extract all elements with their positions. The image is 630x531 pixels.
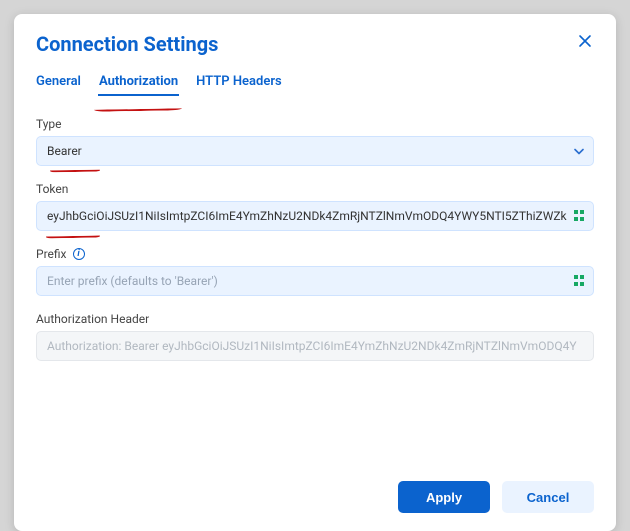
prefix-label: Prefix i	[36, 247, 594, 261]
dialog-footer: Apply Cancel	[36, 471, 594, 521]
tab-authorization[interactable]: Authorization	[99, 74, 178, 95]
env-variables-icon[interactable]	[574, 274, 586, 288]
type-label: Type	[36, 117, 594, 131]
info-icon[interactable]: i	[73, 248, 85, 260]
field-auth-header: Authorization Header	[36, 312, 594, 361]
connection-settings-dialog: Connection Settings General Authorizatio…	[14, 14, 616, 531]
prefix-input[interactable]	[36, 266, 594, 296]
close-icon[interactable]	[576, 32, 594, 53]
token-label: Token	[36, 182, 594, 196]
field-token: Token	[36, 182, 594, 231]
tab-http-headers[interactable]: HTTP Headers	[196, 74, 282, 95]
token-input[interactable]	[36, 201, 594, 231]
prefix-label-text: Prefix	[36, 247, 67, 261]
type-select[interactable]: Bearer	[36, 136, 594, 166]
tabs: General Authorization HTTP Headers	[36, 74, 594, 95]
cancel-button[interactable]: Cancel	[502, 481, 594, 513]
dialog-header: Connection Settings	[36, 32, 594, 56]
field-prefix: Prefix i	[36, 247, 594, 296]
env-variables-icon[interactable]	[574, 209, 586, 223]
auth-header-label: Authorization Header	[36, 312, 594, 326]
field-type: Type Bearer	[36, 117, 594, 166]
apply-button[interactable]: Apply	[398, 481, 490, 513]
tab-general[interactable]: General	[36, 74, 81, 95]
auth-header-display	[36, 331, 594, 361]
annotation-underline	[94, 106, 182, 112]
dialog-title: Connection Settings	[36, 32, 218, 56]
form-body: Type Bearer Token	[36, 117, 594, 471]
